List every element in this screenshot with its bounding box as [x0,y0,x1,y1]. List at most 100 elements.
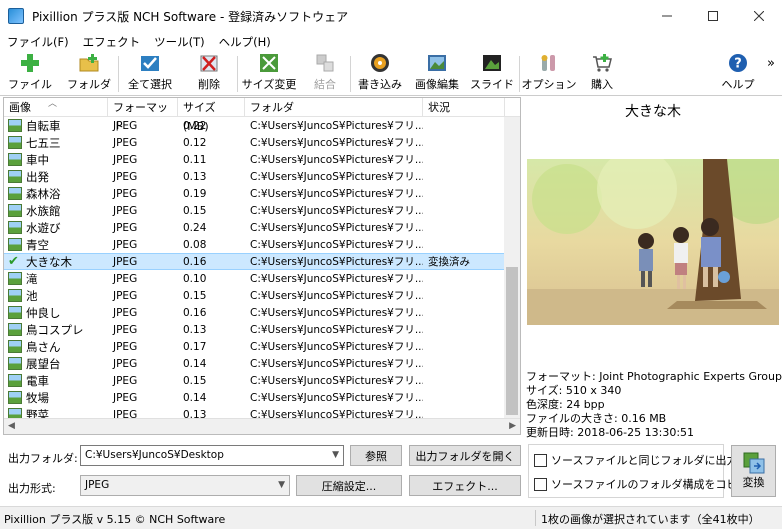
image-edit-icon [427,53,447,73]
menu-file[interactable]: ファイル(F) [0,34,76,50]
select-all-button[interactable]: 全て選択 [119,52,181,96]
same-folder-checkbox[interactable]: ソースファイルと同じフォルダに出力 [534,452,737,468]
image-name: 出発 [26,169,49,184]
table-row[interactable]: 仲良し JPEG 0.16 C:¥Users¥JuncoS¥Pictures¥フリ..… [4,304,505,321]
table-row[interactable]: 七五三 JPEG 0.12 C:¥Users¥JuncoS¥Pictures¥フリ..… [4,134,505,151]
cell-name: 滝 [4,271,108,287]
browse-button[interactable]: 参照 [350,445,402,466]
scrollbar-thumb[interactable] [506,267,518,415]
delete-label: 削除 [198,78,220,91]
combine-button[interactable]: 結合 [300,52,350,96]
app-icon [8,8,24,24]
convert-label: 変換 [742,476,765,489]
copy-structure-checkbox[interactable]: ソースファイルのフォルダ構成をコピー [534,476,748,492]
image-name: 自転車 [26,118,61,133]
column-format[interactable]: フォーマット [108,98,178,133]
table-row[interactable]: 出発 JPEG 0.13 C:¥Users¥JuncoS¥Pictures¥フリ... [4,168,505,185]
preview-info: フォーマット: Joint Photographic Experts Group… [526,370,782,440]
help-button[interactable]: ? ヘルプ [716,52,760,96]
table-row[interactable]: 鳥さん JPEG 0.17 C:¥Users¥JuncoS¥Pictures¥フリ..… [4,338,505,355]
table-row[interactable]: 青空 JPEG 0.08 C:¥Users¥JuncoS¥Pictures¥フリ... [4,236,505,253]
table-row[interactable]: ✔ 大きな木 JPEG 0.16 C:¥Users¥JuncoS¥Pictures¥フリ… [4,253,505,270]
effects-button[interactable]: エフェクト... [409,475,521,496]
table-row[interactable]: 展望台 JPEG 0.14 C:¥Users¥JuncoS¥Pictures¥フリ..… [4,355,505,372]
image-thumbnail-icon [8,119,22,132]
image-thumbnail-icon [8,391,22,404]
cell-format: JPEG [113,306,138,319]
options-button[interactable]: オプション [520,52,578,96]
toolbar-overflow-chevron[interactable]: » [760,52,782,95]
table-row[interactable]: 鳥コスプレ JPEG 0.13 C:¥Users¥JuncoS¥Pictures¥フリ… [4,321,505,338]
cell-name: 七五三 [4,135,108,151]
add-folder-label: フォルダ [67,78,111,91]
cell-format: JPEG [113,238,138,251]
delete-button[interactable]: 削除 [181,52,237,96]
table-row[interactable]: 牧場 JPEG 0.14 C:¥Users¥JuncoS¥Pictures¥フリ... [4,389,505,406]
column-size[interactable]: サイズ (MB) [178,98,245,133]
vertical-scrollbar[interactable] [504,117,520,419]
combine-label: 結合 [314,78,336,91]
cell-folder: C:¥Users¥JuncoS¥Pictures¥フリ... [250,290,423,302]
cell-size: 0.13 [183,323,207,336]
scroll-right-icon[interactable]: ▶ [509,421,516,431]
table-row[interactable]: 水族館 JPEG 0.15 C:¥Users¥JuncoS¥Pictures¥フリ..… [4,202,505,219]
burn-button[interactable]: 書き込み [351,52,409,96]
checkbox-box[interactable] [534,477,547,491]
cell-size: 0.12 [183,136,207,149]
cell-name: 電車 [4,373,108,389]
image-name: 車中 [26,152,49,167]
options-icon [539,53,559,73]
cell-format: JPEG [113,289,138,302]
compression-settings-button[interactable]: 圧縮設定... [296,475,402,496]
close-icon [754,11,764,21]
add-file-button[interactable]: ファイル [0,52,60,96]
cell-format: JPEG [113,204,138,217]
menu-help[interactable]: ヘルプ(H) [212,34,278,50]
horizontal-scrollbar[interactable]: ◀ ▶ [4,418,520,434]
resize-button[interactable]: サイズ変更 [238,52,300,96]
output-format-select[interactable]: JPEG ▼ [80,475,290,496]
minimize-button[interactable] [644,0,690,32]
cell-name: 展望台 [4,356,108,372]
minimize-icon [662,15,672,17]
chevron-down-icon: ▼ [332,450,339,460]
slideshow-icon [482,53,502,73]
toolbar: ファイル フォルダ 全て選択 削除 サイズ変更 結合 書き込み 画像編集 スライ… [0,52,782,96]
image-name: 森林浴 [26,186,61,201]
close-button[interactable] [736,0,782,32]
list-rows: 自転車 JPEG 0.22 C:¥Users¥JuncoS¥Pictures¥フリ..… [4,117,505,423]
table-row[interactable]: 電車 JPEG 0.15 C:¥Users¥JuncoS¥Pictures¥フリ... [4,372,505,389]
table-row[interactable]: 自転車 JPEG 0.22 C:¥Users¥JuncoS¥Pictures¥フリ..… [4,117,505,134]
maximize-button[interactable] [690,0,736,32]
preview-format: フォーマット: Joint Photographic Experts Group [526,370,782,383]
image-edit-button[interactable]: 画像編集 [409,52,465,96]
table-row[interactable]: 森林浴 JPEG 0.19 C:¥Users¥JuncoS¥Pictures¥フリ..… [4,185,505,202]
menu-effects[interactable]: エフェクト [76,34,148,50]
list-header: 画像 ︿ フォーマット サイズ (MB) フォルダ 状況 [4,98,520,133]
table-row[interactable]: 水遊び JPEG 0.24 C:¥Users¥JuncoS¥Pictures¥フリ..… [4,219,505,236]
column-image[interactable]: 画像 ︿ [4,98,108,117]
menu-tools[interactable]: ツール(T) [147,34,212,50]
cell-size: 0.24 [183,221,207,234]
buy-button[interactable]: 購入 [578,52,626,96]
scroll-left-icon[interactable]: ◀ [8,421,15,431]
table-row[interactable]: 池 JPEG 0.15 C:¥Users¥JuncoS¥Pictures¥フリ... [4,287,505,304]
cell-size: 0.08 [183,238,207,251]
convert-button[interactable]: 変換 [731,445,776,497]
slideshow-button[interactable]: スライド [465,52,519,96]
column-folder[interactable]: フォルダ [245,98,423,117]
cell-size: 0.16 [183,255,207,268]
add-folder-button[interactable]: フォルダ [60,52,118,96]
cell-folder: C:¥Users¥JuncoS¥Pictures¥フリ... [250,205,423,217]
column-status[interactable]: 状況 [423,98,505,117]
cell-format: JPEG [113,272,138,285]
checkbox-box[interactable] [534,453,547,467]
output-folder-combo[interactable]: C:¥Users¥JuncoS¥Desktop ▼ [80,445,344,466]
open-output-folder-button[interactable]: 出力フォルダを開く [409,445,521,466]
cell-format: JPEG [113,374,138,387]
cell-size: 0.13 [183,170,207,183]
svg-text:?: ? [734,57,742,72]
table-row[interactable]: 滝 JPEG 0.10 C:¥Users¥JuncoS¥Pictures¥フリ... [4,270,505,287]
image-thumbnail-icon [8,306,22,319]
table-row[interactable]: 車中 JPEG 0.11 C:¥Users¥JuncoS¥Pictures¥フリ... [4,151,505,168]
